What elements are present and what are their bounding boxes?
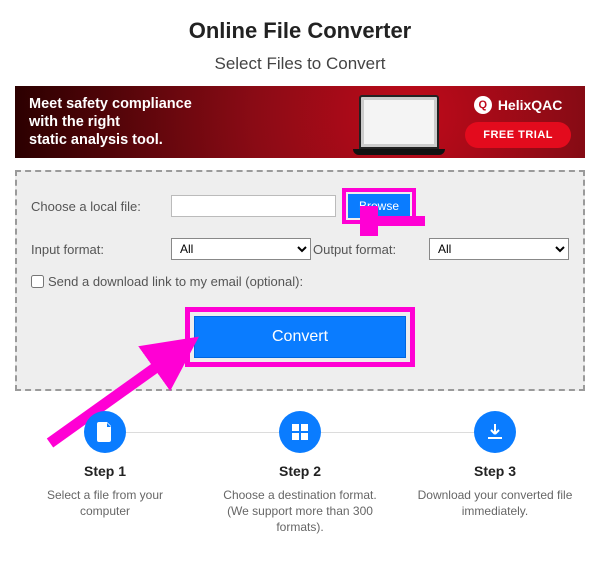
input-format-label: Input format: — [31, 242, 171, 257]
browse-button[interactable]: Browse — [348, 194, 410, 218]
step-1: Step 1 Select a file from your computer — [15, 411, 195, 536]
ad-banner[interactable]: Meet safety compliance with the right st… — [15, 86, 585, 158]
annotation-highlight-browse: Browse — [342, 188, 416, 224]
step-1-title: Step 1 — [15, 463, 195, 479]
file-icon — [84, 411, 126, 453]
step-2: Step 2 Choose a destination format. (We … — [210, 411, 390, 536]
convert-button[interactable]: Convert — [194, 316, 406, 358]
page-subtitle: Select Files to Convert — [0, 54, 600, 74]
step-2-desc: Choose a destination format. (We support… — [210, 487, 390, 536]
email-link-checkbox[interactable] — [31, 275, 44, 288]
local-file-input[interactable] — [171, 195, 336, 217]
step-3: Step 3 Download your converted file imme… — [405, 411, 585, 536]
page-title: Online File Converter — [0, 18, 600, 44]
ad-laptop-image — [359, 95, 439, 149]
step-3-title: Step 3 — [405, 463, 585, 479]
ad-headline: Meet safety compliance with the right st… — [29, 95, 351, 149]
step-1-desc: Select a file from your computer — [15, 487, 195, 519]
output-format-select[interactable]: All — [429, 238, 569, 260]
steps-row: Step 1 Select a file from your computer … — [15, 411, 585, 536]
email-link-label: Send a download link to my email (option… — [48, 274, 303, 289]
converter-form: Choose a local file: Browse Input format… — [15, 170, 585, 391]
download-icon — [474, 411, 516, 453]
annotation-highlight-convert: Convert — [185, 307, 415, 367]
step-2-title: Step 2 — [210, 463, 390, 479]
grid-icon — [279, 411, 321, 453]
ad-cta-button[interactable]: FREE TRIAL — [465, 122, 571, 148]
input-format-select[interactable]: All — [171, 238, 311, 260]
step-3-desc: Download your converted file immediately… — [405, 487, 585, 519]
output-format-label: Output format: — [313, 242, 396, 257]
ad-brand-name: HelixQAC — [498, 97, 563, 113]
ad-logo-mark-icon: Q — [474, 96, 492, 114]
local-file-label: Choose a local file: — [31, 199, 171, 214]
ad-brand-logo: Q HelixQAC — [474, 96, 563, 114]
